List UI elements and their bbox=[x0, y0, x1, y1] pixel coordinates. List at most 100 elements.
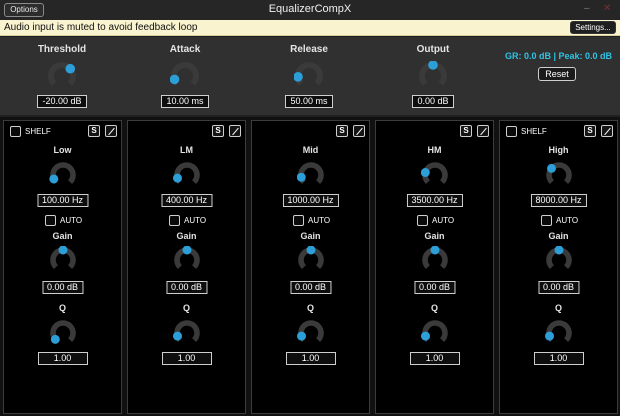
reset-button[interactable]: Reset bbox=[538, 67, 576, 81]
slash-icon bbox=[604, 127, 611, 136]
shelf-label: SHELF bbox=[25, 127, 51, 136]
bypass-button[interactable] bbox=[477, 125, 489, 137]
q-value[interactable]: 1.00 bbox=[161, 352, 212, 365]
mute-warning-banner: Audio input is muted to avoid feedback l… bbox=[0, 20, 620, 36]
q-value[interactable]: 1.00 bbox=[533, 352, 584, 365]
q-value[interactable]: 1.00 bbox=[37, 352, 88, 365]
bypass-button[interactable] bbox=[601, 125, 613, 137]
solo-button[interactable]: S bbox=[584, 125, 596, 137]
slash-icon bbox=[480, 127, 487, 136]
solo-button[interactable]: S bbox=[212, 125, 224, 137]
band-toolbar: S bbox=[252, 125, 369, 139]
knob-indicator bbox=[544, 331, 554, 341]
output-control: Output 0.00 dB bbox=[388, 44, 478, 109]
q-knob[interactable] bbox=[544, 319, 573, 347]
shelf-checkbox[interactable] bbox=[10, 126, 21, 137]
frequency-value[interactable]: 1000.00 Hz bbox=[282, 194, 339, 207]
frequency-value[interactable]: 3500.00 Hz bbox=[406, 194, 463, 207]
q-label: Q bbox=[306, 303, 314, 313]
minimize-icon[interactable]: – bbox=[584, 3, 590, 14]
slash-icon bbox=[356, 127, 363, 136]
auto-checkbox[interactable] bbox=[541, 215, 552, 226]
gain-value[interactable]: 0.00 dB bbox=[289, 281, 332, 294]
threshold-value[interactable]: -20.00 dB bbox=[37, 95, 87, 108]
attack-value[interactable]: 10.00 ms bbox=[161, 95, 209, 108]
gain-value[interactable]: 0.00 dB bbox=[165, 281, 208, 294]
q-value[interactable]: 1.00 bbox=[409, 352, 460, 365]
gain-knob[interactable] bbox=[49, 246, 77, 274]
frequency-value[interactable]: 400.00 Hz bbox=[160, 194, 213, 207]
gain-value[interactable]: 0.00 dB bbox=[537, 281, 580, 294]
auto-label: AUTO bbox=[308, 216, 331, 225]
band-name: Mid bbox=[302, 145, 319, 155]
auto-toggle: AUTO bbox=[128, 215, 245, 227]
frequency-knob[interactable] bbox=[420, 161, 449, 189]
gain-label: Gain bbox=[176, 231, 197, 241]
auto-label: AUTO bbox=[60, 216, 83, 225]
knob-indicator bbox=[546, 163, 556, 173]
q-knob[interactable] bbox=[49, 319, 77, 347]
title-bar: Options EqualizerCompX – ✕ bbox=[0, 0, 620, 20]
knob-indicator bbox=[420, 331, 430, 341]
bypass-button[interactable] bbox=[105, 125, 117, 137]
close-icon[interactable]: ✕ bbox=[603, 3, 611, 14]
output-value[interactable]: 0.00 dB bbox=[412, 95, 454, 108]
q-label: Q bbox=[554, 303, 562, 313]
auto-toggle: AUTO bbox=[252, 215, 369, 227]
gain-label: Gain bbox=[424, 231, 445, 241]
knob-indicator bbox=[172, 173, 182, 183]
gain-knob[interactable] bbox=[545, 246, 573, 274]
auto-toggle: AUTO bbox=[4, 215, 121, 227]
auto-toggle: AUTO bbox=[500, 215, 617, 227]
release-control: Release 50.00 ms bbox=[264, 44, 354, 109]
frequency-value[interactable]: 100.00 Hz bbox=[36, 194, 89, 207]
bypass-button[interactable] bbox=[353, 125, 365, 137]
output-label: Output bbox=[416, 44, 450, 55]
threshold-control: Threshold -20.00 dB bbox=[17, 44, 107, 109]
auto-checkbox[interactable] bbox=[293, 215, 304, 226]
knob-indicator bbox=[65, 63, 76, 74]
output-knob[interactable] bbox=[418, 61, 448, 91]
gain-value[interactable]: 0.00 dB bbox=[413, 281, 456, 294]
threshold-knob[interactable] bbox=[47, 61, 77, 91]
shelf-checkbox[interactable] bbox=[506, 126, 517, 137]
release-value[interactable]: 50.00 ms bbox=[285, 95, 333, 108]
gain-knob[interactable] bbox=[297, 246, 325, 274]
knob-indicator bbox=[172, 331, 182, 341]
settings-button[interactable]: Settings... bbox=[570, 21, 616, 34]
auto-checkbox[interactable] bbox=[169, 215, 180, 226]
q-knob[interactable] bbox=[420, 319, 449, 347]
gain-value[interactable]: 0.00 dB bbox=[41, 281, 84, 294]
auto-label: AUTO bbox=[556, 216, 579, 225]
attack-knob[interactable] bbox=[170, 61, 200, 91]
q-label: Q bbox=[182, 303, 190, 313]
gain-knob[interactable] bbox=[173, 246, 201, 274]
release-label: Release bbox=[290, 44, 328, 55]
frequency-knob[interactable] bbox=[172, 161, 201, 189]
auto-checkbox[interactable] bbox=[417, 215, 428, 226]
q-knob[interactable] bbox=[296, 319, 325, 347]
band-toolbar: SHELF S bbox=[500, 125, 617, 139]
band-hm: S HM 3500.00 Hz AUTO Gain 0.00 dB Q 1.00 bbox=[375, 120, 494, 414]
frequency-value[interactable]: 8000.00 Hz bbox=[530, 194, 587, 207]
band-high: SHELF S High 8000.00 Hz AUTO Gain 0.00 d… bbox=[499, 120, 618, 414]
band-toolbar: S bbox=[376, 125, 493, 139]
release-knob[interactable] bbox=[294, 61, 324, 91]
knob-indicator bbox=[420, 168, 430, 177]
q-knob[interactable] bbox=[172, 319, 201, 347]
solo-button[interactable]: S bbox=[460, 125, 472, 137]
auto-checkbox[interactable] bbox=[45, 215, 56, 226]
band-name: Low bbox=[53, 145, 72, 155]
frequency-knob[interactable] bbox=[545, 161, 573, 189]
auto-label: AUTO bbox=[184, 216, 207, 225]
band-name: LM bbox=[180, 145, 193, 155]
solo-button[interactable]: S bbox=[336, 125, 348, 137]
band-lm: S LM 400.00 Hz AUTO Gain 0.00 dB Q 1.00 bbox=[127, 120, 246, 414]
bypass-button[interactable] bbox=[229, 125, 241, 137]
q-value[interactable]: 1.00 bbox=[285, 352, 336, 365]
frequency-knob[interactable] bbox=[48, 161, 77, 189]
gain-knob[interactable] bbox=[421, 246, 449, 274]
solo-button[interactable]: S bbox=[88, 125, 100, 137]
gain-label: Gain bbox=[300, 231, 321, 241]
frequency-knob[interactable] bbox=[296, 161, 325, 189]
